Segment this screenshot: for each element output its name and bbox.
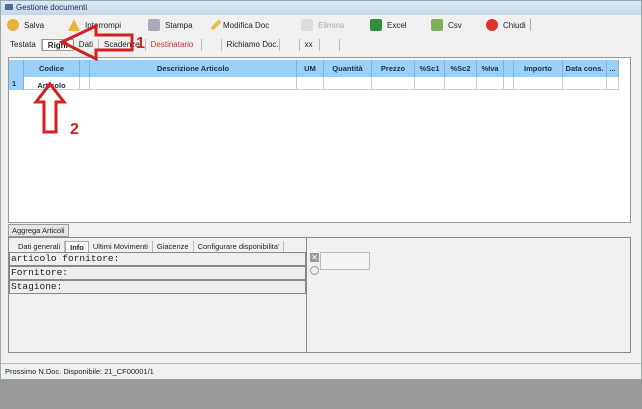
annotation-label-1: 1 xyxy=(136,35,145,52)
annotation-layer: 1 2 xyxy=(32,23,145,138)
annotation-arrow-1 xyxy=(58,23,134,62)
annotation-arrow-2 xyxy=(32,81,68,134)
annotation-label-2: 2 xyxy=(70,121,79,138)
